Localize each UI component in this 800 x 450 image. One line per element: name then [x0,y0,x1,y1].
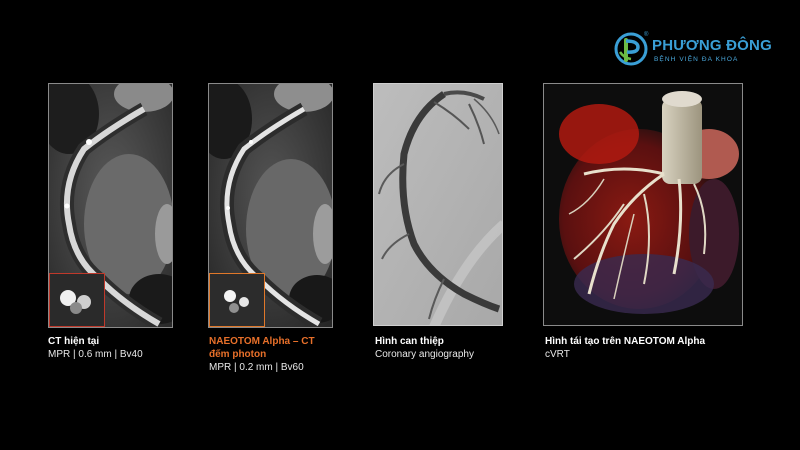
angiography-image [373,83,503,326]
hospital-logo[interactable]: ® PHƯƠNG ĐÔNG BỆNH VIỆN ĐA KHOA [614,32,774,68]
ct-current-inset [49,273,105,327]
naeotom-ct-image [208,83,333,328]
caption-angiography: Hình can thiệp Coronary angiography [375,335,474,361]
caption-title: Hình can thiệp [375,336,444,347]
caption-naeotom-ct: NAEOTOM Alpha – CT đếm photon MPR | 0.2 … [209,335,315,374]
logo-name: PHƯƠNG ĐÔNG [652,37,772,54]
cvrt-heart-image [543,83,743,326]
caption-title-line1: NAEOTOM Alpha – CT [209,336,315,347]
caption-title-line2: đếm photon [209,349,267,360]
logo-tagline: BỆNH VIỆN ĐA KHOA [654,56,739,63]
caption-subtitle: MPR | 0.2 mm | Bv60 [209,362,304,373]
caption-title: Hình tái tạo trên NAEOTOM Alpha [545,336,706,347]
caption-cvrt: Hình tái tạo trên NAEOTOM Alpha cVRT [545,335,705,361]
caption-title: CT hiện tại [48,336,100,347]
ct-current-image [48,83,173,328]
registered-mark: ® [644,32,649,38]
caption-subtitle: cVRT [545,349,570,360]
caption-subtitle: Coronary angiography [375,349,474,360]
naeotom-ct-inset [209,273,265,327]
caption-subtitle: MPR | 0.6 mm | Bv40 [48,349,143,360]
logo-mark-icon [614,32,648,66]
caption-ct-current: CT hiện tại MPR | 0.6 mm | Bv40 [48,335,143,361]
